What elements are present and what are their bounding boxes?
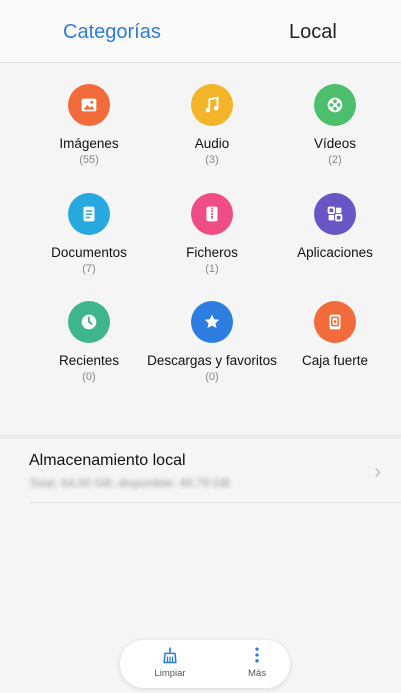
film-reel-icon [314,84,356,126]
safe-icon [314,301,356,343]
clean-label: Limpiar [154,668,186,679]
apps-grid-icon [314,193,356,235]
category-videos[interactable]: Vídeos (2) [268,84,401,166]
category-label: Recientes [58,353,120,368]
category-count: (55) [79,154,99,166]
divider [29,502,401,503]
category-label: Vídeos [313,136,357,151]
category-label: Ficheros [186,245,238,260]
document-icon [68,193,110,235]
storage-subtitle: Total: 64,00 GB, disponible: 49,79 GB [29,476,230,490]
clean-button[interactable]: Limpiar [140,644,200,679]
category-label: Descargas y favoritos [147,353,277,368]
storage-local-item[interactable]: Almacenamiento local Total: 64,00 GB, di… [0,439,401,503]
tab-categorias[interactable]: Categorías [63,21,161,44]
category-recent[interactable]: Recientes (0) [22,301,156,383]
bottom-action-bar: Limpiar Más [120,640,290,688]
image-icon [68,84,110,126]
star-icon [191,301,233,343]
category-safe[interactable]: Caja fuerte [268,301,401,371]
category-grid: Imágenes (55) Audio (3) Vídeos (2) Docum… [0,63,401,435]
category-count: (3) [205,154,219,166]
category-count: (7) [82,263,96,275]
music-note-icon [191,84,233,126]
category-count: (0) [82,371,96,383]
category-documents[interactable]: Documentos (7) [22,193,156,275]
category-apps[interactable]: Aplicaciones [268,193,401,263]
more-vertical-icon [227,644,287,666]
category-count: (0) [205,371,219,383]
clock-icon [68,301,110,343]
category-count: (1) [205,263,219,275]
more-button[interactable]: Más [227,644,287,679]
tab-bar: Categorías Local [0,0,401,63]
broom-icon [140,644,200,666]
category-label: Aplicaciones [297,245,373,260]
category-downloads-favorites[interactable]: Descargas y favoritos (0) [145,301,279,383]
category-label: Documentos [51,245,127,260]
category-label: Audio [194,136,230,151]
category-label: Imágenes [59,136,119,151]
storage-title: Almacenamiento local [29,452,186,469]
category-audio[interactable]: Audio (3) [145,84,279,166]
chevron-right-icon: › [374,461,381,483]
category-images[interactable]: Imágenes (55) [22,84,156,166]
category-ficheros[interactable]: Ficheros (1) [145,193,279,275]
more-label: Más [248,668,266,679]
tab-local[interactable]: Local [289,21,337,44]
category-label: Caja fuerte [301,353,369,368]
category-count: (2) [328,154,342,166]
archive-icon [191,193,233,235]
